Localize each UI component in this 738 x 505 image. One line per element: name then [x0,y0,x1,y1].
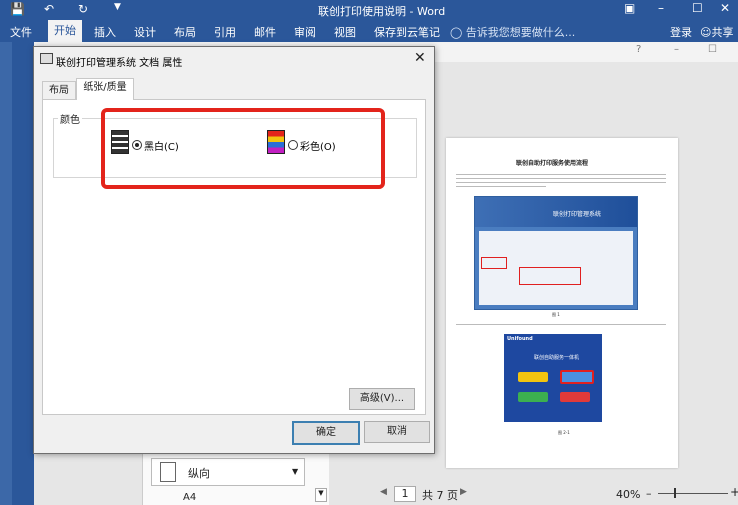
text-line [456,174,666,175]
color-group-label: 颜色 [58,111,82,126]
caption: 图 2-1 [558,430,570,435]
save-icon[interactable]: 💾 [10,2,25,16]
chevron-down-icon: ▼ [292,467,299,476]
zoom-slider[interactable] [658,493,728,494]
close-icon[interactable]: ✕ [414,50,426,66]
screenshot-kiosk: Unifound 联创自助服务一体机 [504,334,602,422]
printer-properties-dialog: 联创打印管理系统 文档 属性 ✕ 布局 纸张/质量 颜色 黑白(C) 彩色(O)… [33,46,435,454]
zoom-in-icon[interactable]: + [730,485,738,499]
text-line [456,324,666,325]
maximize-icon[interactable]: ☐ [692,1,703,15]
dialog-title: 联创打印管理系统 文档 属性 [56,58,183,69]
paper-size-value: A4 [183,492,197,503]
chevron-down-icon[interactable]: ▼ [114,2,121,12]
menu-design[interactable]: 设计 [134,24,156,40]
ok-button[interactable]: 确定 [292,421,360,445]
orientation-value: 纵向 [188,467,210,480]
menu-references[interactable]: 引用 [214,24,236,40]
kiosk-title: 联创自助服务一体机 [534,355,580,361]
ribbon-display-icon[interactable]: ▣ [624,1,635,15]
zoom-thumb[interactable] [674,488,676,498]
text-line [456,178,666,179]
brand-label: Unifound [507,336,533,342]
menu-insert[interactable]: 插入 [94,24,116,40]
text-line [456,182,666,183]
menu-file[interactable]: 文件 [10,24,32,40]
zoom-level[interactable]: 40% [616,488,640,501]
kiosk-button [560,392,590,402]
minimize-icon[interactable]: – [658,1,664,15]
status-bar: ◀ 1 共 7 页 ▶ 40% – + [370,482,738,505]
red-highlight-box [101,108,385,189]
tell-me-box[interactable]: ◯ 告诉我您想要做什么... [450,24,575,40]
menu-view[interactable]: 视图 [334,24,356,40]
menu-save-cloud[interactable]: 保存到云笔记 [374,24,440,40]
caption: 图 1 [552,312,560,317]
highlight-box [481,257,507,269]
zoom-out-icon[interactable]: – [646,487,652,500]
login-link[interactable]: 登录 [670,24,692,40]
person-icon: ☺ [700,26,712,39]
kiosk-button-highlighted [560,370,594,384]
title-bar: 💾 ↶ ↻ ▼ 联创打印使用说明 - Word ▣ – ☐ ✕ [0,0,738,20]
tab-paper-quality[interactable]: 纸张/质量 [76,78,134,100]
kiosk-button [518,372,548,382]
menu-bar: 文件 开始 插入 设计 布局 引用 邮件 审阅 视图 保存到云笔记 ◯ 告诉我您… [0,20,738,42]
portrait-icon [160,462,176,482]
restore-icon[interactable]: ☐ [708,44,717,55]
prev-page-icon[interactable]: ◀ [380,487,387,497]
menu-layout[interactable]: 布局 [174,24,196,40]
menu-mailings[interactable]: 邮件 [254,24,276,40]
page-total: 共 7 页 [422,489,458,502]
printer-icon [40,53,53,64]
document-title: 联创打印使用说明 - Word [318,5,446,18]
highlight-box [519,267,581,285]
kiosk-button [518,392,548,402]
menu-home[interactable]: 开始 [48,20,82,42]
cancel-button[interactable]: 取消 [364,421,430,443]
tab-layout[interactable]: 布局 [42,81,76,100]
lightbulb-icon: ◯ [450,26,466,39]
minimize-icon[interactable]: – [674,44,679,55]
screenshot-management-system: 联创打印管理系统 [474,196,638,310]
page-heading: 联创自助打印服务使用流程 [516,160,589,167]
redo-icon[interactable]: ↻ [78,2,88,16]
page-number-input[interactable]: 1 [394,486,416,502]
close-window-icon[interactable]: ✕ [720,1,730,15]
share-button[interactable]: ☺共享 [700,24,733,40]
next-page-icon[interactable]: ▶ [460,487,467,497]
menu-review[interactable]: 审阅 [294,24,316,40]
text-line [456,186,546,187]
page-setup-panel: 纵向 ▼ A4 ▼ [142,452,329,505]
screenshot-title: 联创打印管理系统 [553,211,602,218]
page-preview: 联创自助打印服务使用流程 联创打印管理系统 图 1 Unifound 联创自助服… [446,138,678,468]
advanced-button[interactable]: 高级(V)... [349,388,415,410]
backstage-stripe [0,42,12,505]
orientation-dropdown[interactable]: 纵向 ▼ [151,458,305,486]
scroll-down-icon[interactable]: ▼ [315,488,327,502]
undo-icon[interactable]: ↶ [44,2,54,16]
help-icon[interactable]: ? [636,44,641,55]
